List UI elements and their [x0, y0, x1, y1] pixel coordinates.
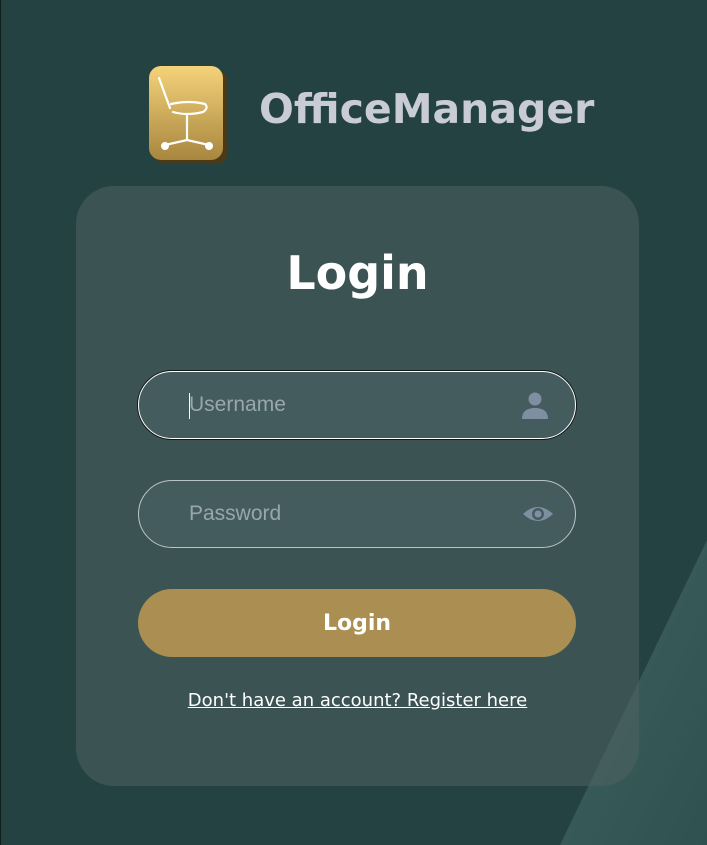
password-field[interactable]: [138, 480, 576, 548]
eye-icon[interactable]: [521, 498, 553, 530]
login-button[interactable]: Login: [138, 589, 576, 657]
brand-header: OfficeManager: [149, 66, 595, 164]
username-field[interactable]: [138, 371, 576, 439]
app-name: OfficeManager: [259, 85, 595, 133]
window-edge: [0, 0, 1, 845]
text-caret: [189, 393, 190, 419]
username-input[interactable]: [189, 372, 509, 438]
user-icon: [519, 389, 551, 421]
password-input[interactable]: [189, 481, 509, 547]
login-title: Login: [286, 246, 429, 300]
register-link[interactable]: Don't have an account? Register here: [76, 690, 639, 711]
office-chair-icon: [149, 66, 228, 164]
